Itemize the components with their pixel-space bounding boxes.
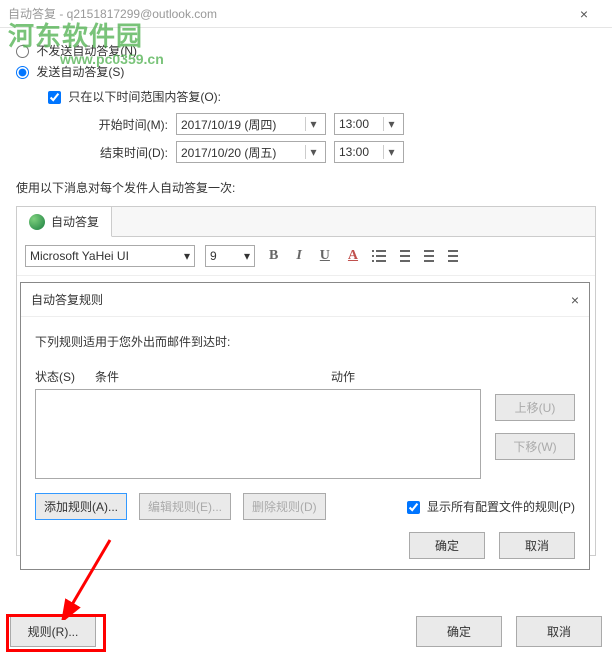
end-date-value: 2017/10/20 (周五) (181, 144, 276, 161)
close-icon[interactable]: × (571, 292, 579, 308)
rules-dialog-title: 自动答复规则 (31, 291, 103, 308)
show-all-profiles-checkbox[interactable] (407, 501, 420, 514)
col-status: 状态(S) (35, 368, 95, 385)
chevron-down-icon: ▾ (244, 249, 250, 263)
radio-no-send-label: 不发送自动答复(N) (36, 44, 137, 58)
tab-label: 自动答复 (51, 213, 99, 230)
rules-subtitle: 下列规则适用于您外出而邮件到达时: (35, 333, 575, 350)
end-time-label: 结束时间(D): (96, 144, 168, 161)
end-time-value: 13:00 (339, 145, 369, 159)
start-time-dropdown[interactable]: 13:00 ▾ (334, 113, 404, 135)
underline-button[interactable]: U (316, 248, 334, 264)
chevron-down-icon: ▾ (383, 145, 399, 159)
col-action: 动作 (331, 368, 481, 385)
time-range-label: 只在以下时间范围内答复(O): (68, 90, 221, 104)
main-ok-button[interactable]: 确定 (416, 616, 502, 647)
italic-button[interactable]: I (292, 248, 305, 264)
col-condition: 条件 (95, 368, 331, 385)
time-range-checkbox[interactable] (48, 91, 61, 104)
start-time-label: 开始时间(M): (96, 116, 168, 133)
end-date-dropdown[interactable]: 2017/10/20 (周五) ▾ (176, 141, 326, 163)
font-size-select[interactable]: 9 ▾ (205, 245, 255, 267)
rules-dialog: 自动答复规则 × 下列规则适用于您外出而邮件到达时: 状态(S) 条件 动作 上… (20, 282, 590, 570)
window-close-button[interactable]: × (564, 6, 604, 22)
numbered-list-icon[interactable] (396, 250, 410, 262)
globe-icon (29, 214, 45, 230)
outdent-icon[interactable] (420, 250, 434, 262)
end-time-dropdown[interactable]: 13:00 ▾ (334, 141, 404, 163)
start-date-value: 2017/10/19 (周四) (181, 116, 276, 133)
window-title: 自动答复 - q2151817299@outlook.com (8, 5, 217, 22)
chevron-down-icon: ▾ (383, 117, 399, 131)
font-family-select[interactable]: Microsoft YaHei UI ▾ (25, 245, 195, 267)
radio-no-send[interactable]: 不发送自动答复(N) (16, 42, 596, 59)
start-time-value: 13:00 (339, 117, 369, 131)
radio-no-send-input[interactable] (16, 45, 29, 58)
bold-button[interactable]: B (265, 248, 282, 264)
delete-rule-button[interactable]: 删除规则(D) (243, 493, 326, 520)
rules-list[interactable] (35, 389, 481, 479)
tab-strip: 自动答复 (17, 207, 595, 237)
rules-button[interactable]: 规则(R)... (10, 616, 96, 647)
tab-auto-reply[interactable]: 自动答复 (17, 207, 112, 237)
title-bar: 自动答复 - q2151817299@outlook.com × (0, 0, 612, 28)
rules-title-bar: 自动答复规则 × (21, 283, 589, 317)
font-size-value: 9 (210, 249, 217, 263)
time-range-checkbox-row[interactable]: 只在以下时间范围内答复(O): (48, 88, 596, 105)
radio-send-input[interactable] (16, 66, 29, 79)
show-all-profiles-label: 显示所有配置文件的规则(P) (427, 500, 575, 514)
indent-icon[interactable] (444, 250, 458, 262)
main-footer: 规则(R)... 确定 取消 (10, 616, 602, 647)
bullet-list-icon[interactable] (372, 250, 386, 262)
rules-cancel-button[interactable]: 取消 (499, 532, 575, 559)
font-family-value: Microsoft YaHei UI (30, 249, 129, 263)
font-color-button[interactable]: A (344, 248, 362, 264)
move-up-button[interactable]: 上移(U) (495, 394, 575, 421)
editor-toolbar: Microsoft YaHei UI ▾ 9 ▾ B I U A (17, 237, 595, 275)
radio-send-label: 发送自动答复(S) (36, 65, 124, 79)
show-all-profiles-checkbox-row[interactable]: 显示所有配置文件的规则(P) (407, 498, 575, 515)
chevron-down-icon: ▾ (305, 145, 321, 159)
chevron-down-icon: ▾ (184, 249, 190, 263)
chevron-down-icon: ▾ (305, 117, 321, 131)
radio-send[interactable]: 发送自动答复(S) (16, 63, 596, 80)
main-cancel-button[interactable]: 取消 (516, 616, 602, 647)
edit-rule-button[interactable]: 编辑规则(E)... (139, 493, 231, 520)
rules-table-header: 状态(S) 条件 动作 (35, 364, 481, 389)
add-rule-button[interactable]: 添加规则(A)... (35, 493, 127, 520)
rules-ok-button[interactable]: 确定 (409, 532, 485, 559)
instruction-text: 使用以下消息对每个发件人自动答复一次: (16, 179, 596, 196)
start-date-dropdown[interactable]: 2017/10/19 (周四) ▾ (176, 113, 326, 135)
move-down-button[interactable]: 下移(W) (495, 433, 575, 460)
